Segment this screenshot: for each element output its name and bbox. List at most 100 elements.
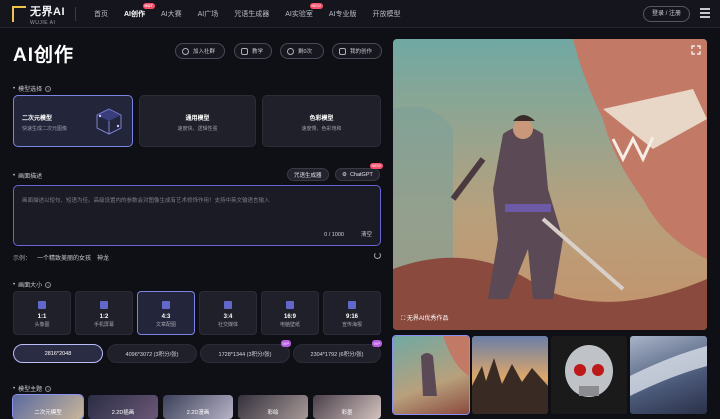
ratio-icon xyxy=(159,298,173,312)
nav-item-spell-generator[interactable]: 咒语生成器 xyxy=(226,0,277,28)
thumbnail-art xyxy=(565,345,613,397)
brand-name: 无界AI xyxy=(30,5,65,18)
spell-generator-button[interactable]: 咒语生成器 xyxy=(287,168,329,181)
section-title: 模型主题 xyxy=(18,387,43,393)
ratio-icon xyxy=(283,298,297,312)
nav-label: AI广场 xyxy=(197,10,219,18)
top-navigation-bar: 无界AI WUJIE AI 首页 AI创作 HOT AI大赛 AI广场 咒语生成器… xyxy=(0,0,720,28)
size-section-label: • 画面大小? xyxy=(13,281,52,289)
login-button[interactable]: 登录 / 注册 xyxy=(642,6,690,22)
tutorial-button[interactable]: 教学 xyxy=(234,43,272,59)
thumbnail-art xyxy=(421,336,469,396)
size-option-4-3[interactable]: 4:3 文章配图 xyxy=(137,291,195,335)
resolution-label: 4096*3072 (3积分/张) xyxy=(125,351,179,358)
nav-item-ai-lab[interactable]: AI实验室 NEW xyxy=(277,0,323,28)
main-nav: 首页 AI创作 HOT AI大赛 AI广场 咒语生成器 AI实验室 NEW AI专业… xyxy=(86,0,409,28)
ratio-icon xyxy=(35,298,49,312)
chatgpt-button[interactable]: ⚙ ChatGPT NEW xyxy=(335,163,383,181)
help-icon[interactable]: ? xyxy=(45,281,52,288)
size-option-9-16[interactable]: 9:16 宣传海报 xyxy=(323,291,381,335)
theme-card[interactable]: 2.2D插画 xyxy=(88,395,158,419)
theme-label: 2.2D漫画 xyxy=(186,410,210,416)
theme-section-label: • 模型主题? xyxy=(13,385,52,393)
size-ratio: 1:1 xyxy=(37,314,47,320)
prompt-input[interactable]: 画面描述以短句、短语为佳。高级设置内的参数会对图像生成有艺术修饰作用！支持中英文… xyxy=(13,185,381,246)
join-community-button[interactable]: 加入社群 xyxy=(175,43,225,59)
gallery-thumbnail[interactable] xyxy=(472,336,548,414)
brand-subtitle: WUJIE AI xyxy=(30,19,56,26)
ratio-icon xyxy=(97,298,111,312)
preview-caption: ⛶ 无界AI优秀作品 xyxy=(401,313,449,323)
example-label: 示例： xyxy=(13,256,32,262)
button-label: ChatGPT xyxy=(349,171,373,178)
size-name: 手机屏幕 xyxy=(93,322,114,328)
theme-card[interactable]: 2.2D漫画 xyxy=(163,395,233,419)
size-option-1-2[interactable]: 1:2 手机屏幕 xyxy=(75,291,133,335)
example-prompts: 示例： 一个精致美丽的女孩 神龙 xyxy=(13,253,109,262)
nav-item-ai-square[interactable]: AI广场 xyxy=(190,0,227,28)
gallery-thumbnail[interactable] xyxy=(551,336,627,414)
theme-card[interactable]: 二次元模型 xyxy=(12,394,84,419)
model-title: 通用模型 xyxy=(185,116,210,122)
my-works-button[interactable]: 我的创作 xyxy=(332,43,382,59)
button-label: 加入社群 xyxy=(193,49,216,55)
help-icon[interactable]: ? xyxy=(45,85,52,92)
fullscreen-icon[interactable] xyxy=(691,45,701,55)
refresh-icon[interactable] xyxy=(374,252,381,259)
example-item[interactable]: 神龙 xyxy=(97,253,109,262)
char-counter: 0 / 1000 xyxy=(324,232,344,238)
size-option-1-1[interactable]: 1:1 头像图 xyxy=(13,291,71,335)
cube-icon xyxy=(96,108,122,135)
nav-item-open-models[interactable]: 开放模型 xyxy=(365,0,409,28)
model-card-anime[interactable]: 二次元模型 快速生成二次元图像 xyxy=(13,95,133,147)
resolution-label: 2816*2048 xyxy=(44,350,72,357)
gallery-thumbnail[interactable] xyxy=(392,335,470,415)
nav-item-home[interactable]: 首页 xyxy=(86,0,116,28)
ratio-icon xyxy=(345,298,359,312)
resolution-option[interactable]: 2304*1792 (6积分/张) VIP xyxy=(293,340,382,363)
model-title: 色彩模型 xyxy=(309,116,334,122)
chat-icon xyxy=(182,47,189,55)
size-ratio: 16:9 xyxy=(283,314,296,320)
size-option-3-4[interactable]: 3:4 社交媒体 xyxy=(199,291,257,335)
section-title: 模型选择 xyxy=(18,87,43,93)
nav-label: 咒语生成器 xyxy=(234,10,270,18)
size-name: 电脑壁纸 xyxy=(279,322,300,328)
remaining-count-button[interactable]: 剩0次 xyxy=(280,43,324,59)
model-card-general[interactable]: 通用模型 速度快、逻辑性强 xyxy=(139,95,256,147)
nav-label: AI大赛 xyxy=(161,10,182,18)
example-item[interactable]: 一个精致美丽的女孩 xyxy=(37,253,91,262)
resolution-option[interactable]: 1728*1344 (3积分/张) VIP xyxy=(200,340,291,363)
help-icon[interactable]: ? xyxy=(45,385,52,392)
size-option-16-9[interactable]: 16:9 电脑壁纸 xyxy=(261,291,319,335)
thumbnail-art xyxy=(630,346,707,396)
size-ratio: 1:2 xyxy=(99,314,109,320)
thumbnail-art xyxy=(472,358,548,414)
button-label: 教学 xyxy=(252,49,264,55)
model-subtitle: 速度快、逻辑性强 xyxy=(177,126,218,132)
nav-item-ai-pro[interactable]: AI专业版 xyxy=(321,0,365,28)
theme-card[interactable]: 彩墨 xyxy=(313,395,381,419)
size-name: 社交媒体 xyxy=(217,322,238,328)
clear-button[interactable]: 清空 xyxy=(361,230,372,238)
folder-icon xyxy=(339,47,346,55)
size-name: 宣传海报 xyxy=(341,322,362,328)
model-card-color[interactable]: 色彩模型 速度慢、色彩饱和 xyxy=(262,95,381,147)
caption-text: 无界AI优秀作品 xyxy=(406,316,449,322)
button-label: 我的创作 xyxy=(350,49,373,55)
gallery-thumbnail[interactable] xyxy=(630,336,707,414)
nav-divider xyxy=(75,6,76,21)
brand-logo[interactable]: 无界AI WUJIE AI xyxy=(12,0,65,28)
book-icon xyxy=(241,47,248,55)
resolution-label: 1728*1344 (3积分/张) xyxy=(218,351,272,358)
prompt-section-label: • 画面描述 xyxy=(13,172,43,181)
nav-item-ai-contest[interactable]: AI大赛 xyxy=(153,0,190,28)
size-ratio: 4:3 xyxy=(161,314,171,320)
nav-label: AI实验室 xyxy=(285,10,313,18)
menu-icon[interactable] xyxy=(700,8,710,18)
resolution-option[interactable]: 2816*2048 xyxy=(13,344,103,363)
nav-item-ai-create[interactable]: AI创作 HOT xyxy=(116,0,155,28)
section-title: 画面描述 xyxy=(18,174,43,180)
resolution-option[interactable]: 4096*3072 (3积分/张) xyxy=(107,344,197,363)
theme-card[interactable]: 彩绘 xyxy=(238,395,308,419)
